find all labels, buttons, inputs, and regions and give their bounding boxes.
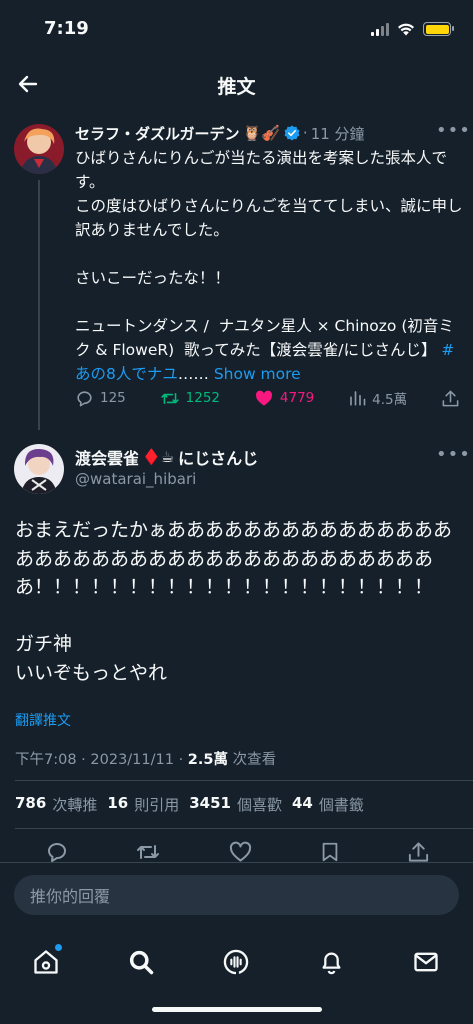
show-more-link[interactable]: Show more [214,365,301,383]
display-name[interactable]: 渡会雲雀 [75,445,139,469]
nav-home[interactable] [22,938,70,986]
notification-dot [55,944,62,951]
bell-icon [322,952,340,975]
share-icon[interactable] [407,840,430,864]
tweet-text-body: ひばりさんにりんごが当たる演出を考案した張本人です。 この度はひばりさんにりんご… [75,149,463,359]
mail-icon [414,952,438,972]
translate-link[interactable]: 翻譯推文 [15,710,71,730]
avatar[interactable] [14,124,64,174]
stat-label: 個書籤 [318,796,364,814]
page-title: 推文 [217,76,256,98]
retweet-icon[interactable] [135,840,161,864]
parent-tweet-body: セラフ・ダズルガーデン 🦉🎻 · 11 分鐘 ひばりさんにりんごが当たる演出を考… [75,122,465,386]
heart-icon[interactable] [228,840,253,864]
heart-filled-icon [255,390,272,406]
share-icon [442,390,459,406]
status-time: 7:19 [44,18,89,39]
tweet-header: 渡会雲雀 ♦️☕ にじさんじ [75,446,258,468]
nav-search[interactable] [117,938,165,986]
reply-input[interactable]: 推你的回覆 [14,875,459,915]
timestamp[interactable]: 11 分鐘 [311,123,365,144]
retweet-count: 1252 [185,390,221,406]
org-name: にじさんじ [178,449,259,468]
tweet-text: ひばりさんにりんごが当たる演出を考案した張本人です。 この度はひばりさんにりんご… [75,146,465,386]
retweet-button[interactable]: 1252 [160,389,220,408]
top-bar: 推文 [0,60,473,108]
home-icon [34,950,58,974]
spaces-icon [223,949,249,975]
reply-bar: 推你的回覆 [0,862,473,928]
main-tweet-actions [45,840,430,864]
stat-quotes[interactable]: 16 則引用 [107,794,179,815]
divider [15,828,473,829]
stat-label: 次轉推 [52,796,98,814]
stat-label: 則引用 [134,796,180,814]
home-indicator [152,1007,322,1012]
share-button[interactable] [441,389,460,408]
stat-bookmarks[interactable]: 44 個書籤 [292,794,364,815]
bookmark-icon[interactable] [319,840,341,864]
nav-notifications[interactable] [307,938,355,986]
more-options-icon[interactable]: ••• [436,444,471,465]
retweet-icon [160,392,179,404]
post-datetime: 下午7:08 · 2023/11/11 · [15,752,188,768]
engagement-stats: 786 次轉推 16 則引用 3451 個喜歡 44 個書籤 [15,794,364,815]
stat-count: 786 [15,794,47,812]
stat-count: 16 [107,794,129,812]
nav-spaces[interactable] [212,938,260,986]
author-block[interactable]: 渡会雲雀 ♦️☕ にじさんじ @watarai_hibari [75,446,258,488]
view-count: 2.5萬 [187,752,228,768]
tweet-actions: 125 1252 4779 4.5萬 [75,388,460,408]
views-button[interactable]: 4.5萬 [348,388,407,408]
tweet-meta: 下午7:08 · 2023/11/11 · 2.5萬 次查看 [15,748,276,769]
separator: · [302,124,308,142]
views-chart-icon [350,391,366,406]
divider [15,780,473,781]
reply-icon[interactable] [45,840,69,864]
status-icons [371,22,454,36]
search-icon [129,950,154,975]
tweet-header: セラフ・ダズルガーデン 🦉🎻 · 11 分鐘 [75,122,465,144]
tweet-text: おまえだったかぁああああああああああああああああああああああああああああああああ… [15,519,453,684]
stat-count: 3451 [189,794,231,812]
stat-retweets[interactable]: 786 次轉推 [15,794,97,815]
battery-icon [423,22,454,36]
user-handle[interactable]: @watarai_hibari [75,470,258,488]
stat-label: 個喜歡 [236,796,282,814]
like-count: 4779 [279,390,315,406]
wifi-icon [398,23,414,36]
reply-icon [77,390,92,406]
view-label: 次查看 [227,752,277,768]
reply-count: 125 [100,390,126,406]
views-count: 4.5萬 [372,392,408,408]
more-options-icon[interactable]: ••• [436,120,471,141]
stat-likes[interactable]: 3451 個喜歡 [189,794,282,815]
avatar[interactable] [14,444,64,494]
signal-icon [371,22,389,36]
verified-badge-icon [284,125,300,141]
thread-line [38,180,40,430]
nav-messages[interactable] [402,938,450,986]
name-emojis: ♦️☕ [142,448,175,466]
ellipsis: …… [177,365,209,383]
display-name[interactable]: セラフ・ダズルガーデン [75,123,240,144]
like-button[interactable]: 4779 [254,389,314,408]
stat-count: 44 [291,794,313,812]
reply-button[interactable]: 125 [75,389,126,408]
name-emojis: 🦉🎻 [242,124,280,142]
status-bar: 7:19 [0,0,473,60]
